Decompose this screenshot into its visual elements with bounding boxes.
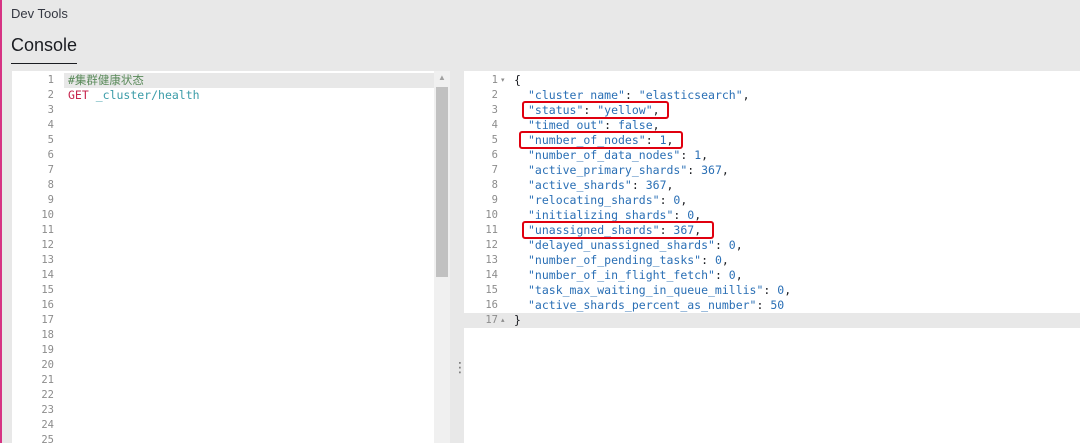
json-value: 0 [728, 238, 736, 252]
json-value: 367 [645, 178, 667, 192]
json-key: "number_of_pending_tasks" [528, 253, 702, 267]
fold-expand-icon[interactable]: ▴ [501, 313, 505, 328]
json-value: 0 [728, 268, 736, 282]
line-number: 12 [485, 239, 498, 251]
line-number: 5 [47, 134, 54, 146]
json-line: "active_primary_shards": 367, [528, 163, 729, 177]
json-key: "relocating_shards" [528, 193, 660, 207]
line-number: 11 [41, 224, 54, 236]
comment-text: #集群健康状态 [68, 73, 144, 87]
line-number: 9 [47, 194, 54, 206]
line-number: 6 [47, 149, 54, 161]
json-key: "task_max_waiting_in_queue_millis" [528, 283, 764, 297]
json-line: "number_of_data_nodes": 1, [528, 148, 709, 162]
line-number: 8 [491, 179, 498, 191]
json-line: "active_shards": 367, [528, 178, 674, 192]
line-number: 5 [491, 134, 498, 146]
line-number: 12 [41, 239, 54, 251]
line-number: 18 [41, 329, 54, 341]
line-number: 17 [485, 314, 498, 326]
http-method: GET [68, 88, 89, 102]
active-line-highlight [464, 313, 1080, 328]
line-number: 16 [41, 299, 54, 311]
line-number: 2 [47, 89, 54, 101]
scrollbar-thumb[interactable] [436, 87, 448, 277]
line-number: 7 [47, 164, 54, 176]
json-key: "number_of_data_nodes" [528, 148, 681, 162]
response-viewer: 1 ▾{2 "cluster_name": "elasticsearch", 3 "st… [464, 71, 1080, 443]
line-number: 1 [47, 74, 54, 86]
json-key: "active_primary_shards" [528, 163, 688, 177]
json-key: "initializing_shards" [528, 208, 674, 222]
line-number: 14 [41, 269, 54, 281]
line-number: 15 [485, 284, 498, 296]
line-number: 19 [41, 344, 54, 356]
json-value: "elasticsearch" [638, 88, 743, 102]
line-number: 15 [41, 284, 54, 296]
workspace: 1 2 3 4 5 6 7 8 9 10 11 12 13 14 15 16 17 18 19 20 21 22 23 24 2… [2, 64, 1080, 443]
tab-console[interactable]: Console [11, 35, 78, 65]
line-number: 24 [41, 419, 54, 431]
line-number: 6 [491, 149, 498, 161]
request-url: _cluster/health [95, 88, 200, 102]
app-title: Dev Tools [11, 6, 68, 21]
line-number: 17 [41, 314, 54, 326]
line-number: 1 [491, 74, 498, 86]
json-key: "number_of_in_flight_fetch" [528, 268, 715, 282]
scroll-up-icon[interactable]: ▲ [434, 71, 450, 85]
highlight-unassigned-shards [522, 221, 714, 239]
line-number: 8 [47, 179, 54, 191]
json-brace: { [514, 73, 521, 87]
code-line[interactable]: #集群健康状态 [68, 73, 144, 88]
line-number: 14 [485, 269, 498, 281]
line-number: 3 [491, 104, 498, 116]
json-line: "delayed_unassigned_shards": 0, [528, 238, 743, 252]
json-value: 50 [770, 298, 785, 312]
line-number: 21 [41, 374, 54, 386]
line-number: 4 [491, 119, 498, 131]
request-gutter: 1 2 3 4 5 6 7 8 9 10 11 12 13 14 15 16 17 18 19 20 21 22 23 24 2… [12, 71, 64, 443]
json-brace: } [514, 313, 521, 327]
json-value: 0 [714, 253, 722, 267]
json-line: "number_of_in_flight_fetch": 0, [528, 268, 743, 282]
line-number: 13 [41, 254, 54, 266]
json-value: 367 [701, 163, 722, 177]
json-line: "active_shards_percent_as_number": 50 [528, 298, 785, 312]
json-line: } [514, 313, 521, 328]
line-number: 16 [485, 299, 498, 311]
json-key: "active_shards" [528, 178, 632, 192]
highlight-number-of-nodes [519, 131, 683, 149]
json-line: "relocating_shards": 0, [528, 193, 688, 207]
top-bar: Dev Tools Console [2, 0, 1080, 65]
json-key: "timed_out" [528, 118, 605, 132]
request-scrollbar[interactable]: ▲ [434, 71, 450, 443]
json-key: "cluster_name" [528, 88, 625, 102]
line-number: 3 [47, 104, 54, 116]
line-number: 7 [491, 164, 498, 176]
json-line: "number_of_pending_tasks": 0, [528, 253, 729, 267]
line-number: 22 [41, 389, 54, 401]
line-number: 20 [41, 359, 54, 371]
line-number: 2 [491, 89, 498, 101]
highlight-status [522, 101, 669, 119]
line-number: 25 [41, 434, 54, 443]
code-line[interactable]: GET _cluster/health [68, 88, 200, 103]
line-number: 11 [485, 224, 498, 236]
json-line: { [514, 73, 521, 88]
json-key: "active_shards_percent_as_number" [528, 298, 757, 312]
line-number: 10 [485, 209, 498, 221]
request-editor[interactable]: 1 2 3 4 5 6 7 8 9 10 11 12 13 14 15 16 17 18 19 20 21 22 23 24 2… [12, 71, 450, 443]
json-line: "task_max_waiting_in_queue_millis": 0, [528, 283, 792, 297]
line-number: 13 [485, 254, 498, 266]
line-number: 23 [41, 404, 54, 416]
json-value: false [618, 118, 653, 132]
fold-collapse-icon[interactable]: ▾ [501, 73, 505, 88]
line-number: 9 [491, 194, 498, 206]
line-number: 10 [41, 209, 54, 221]
json-key: "delayed_unassigned_shards" [528, 238, 715, 252]
line-number: 4 [47, 119, 54, 131]
